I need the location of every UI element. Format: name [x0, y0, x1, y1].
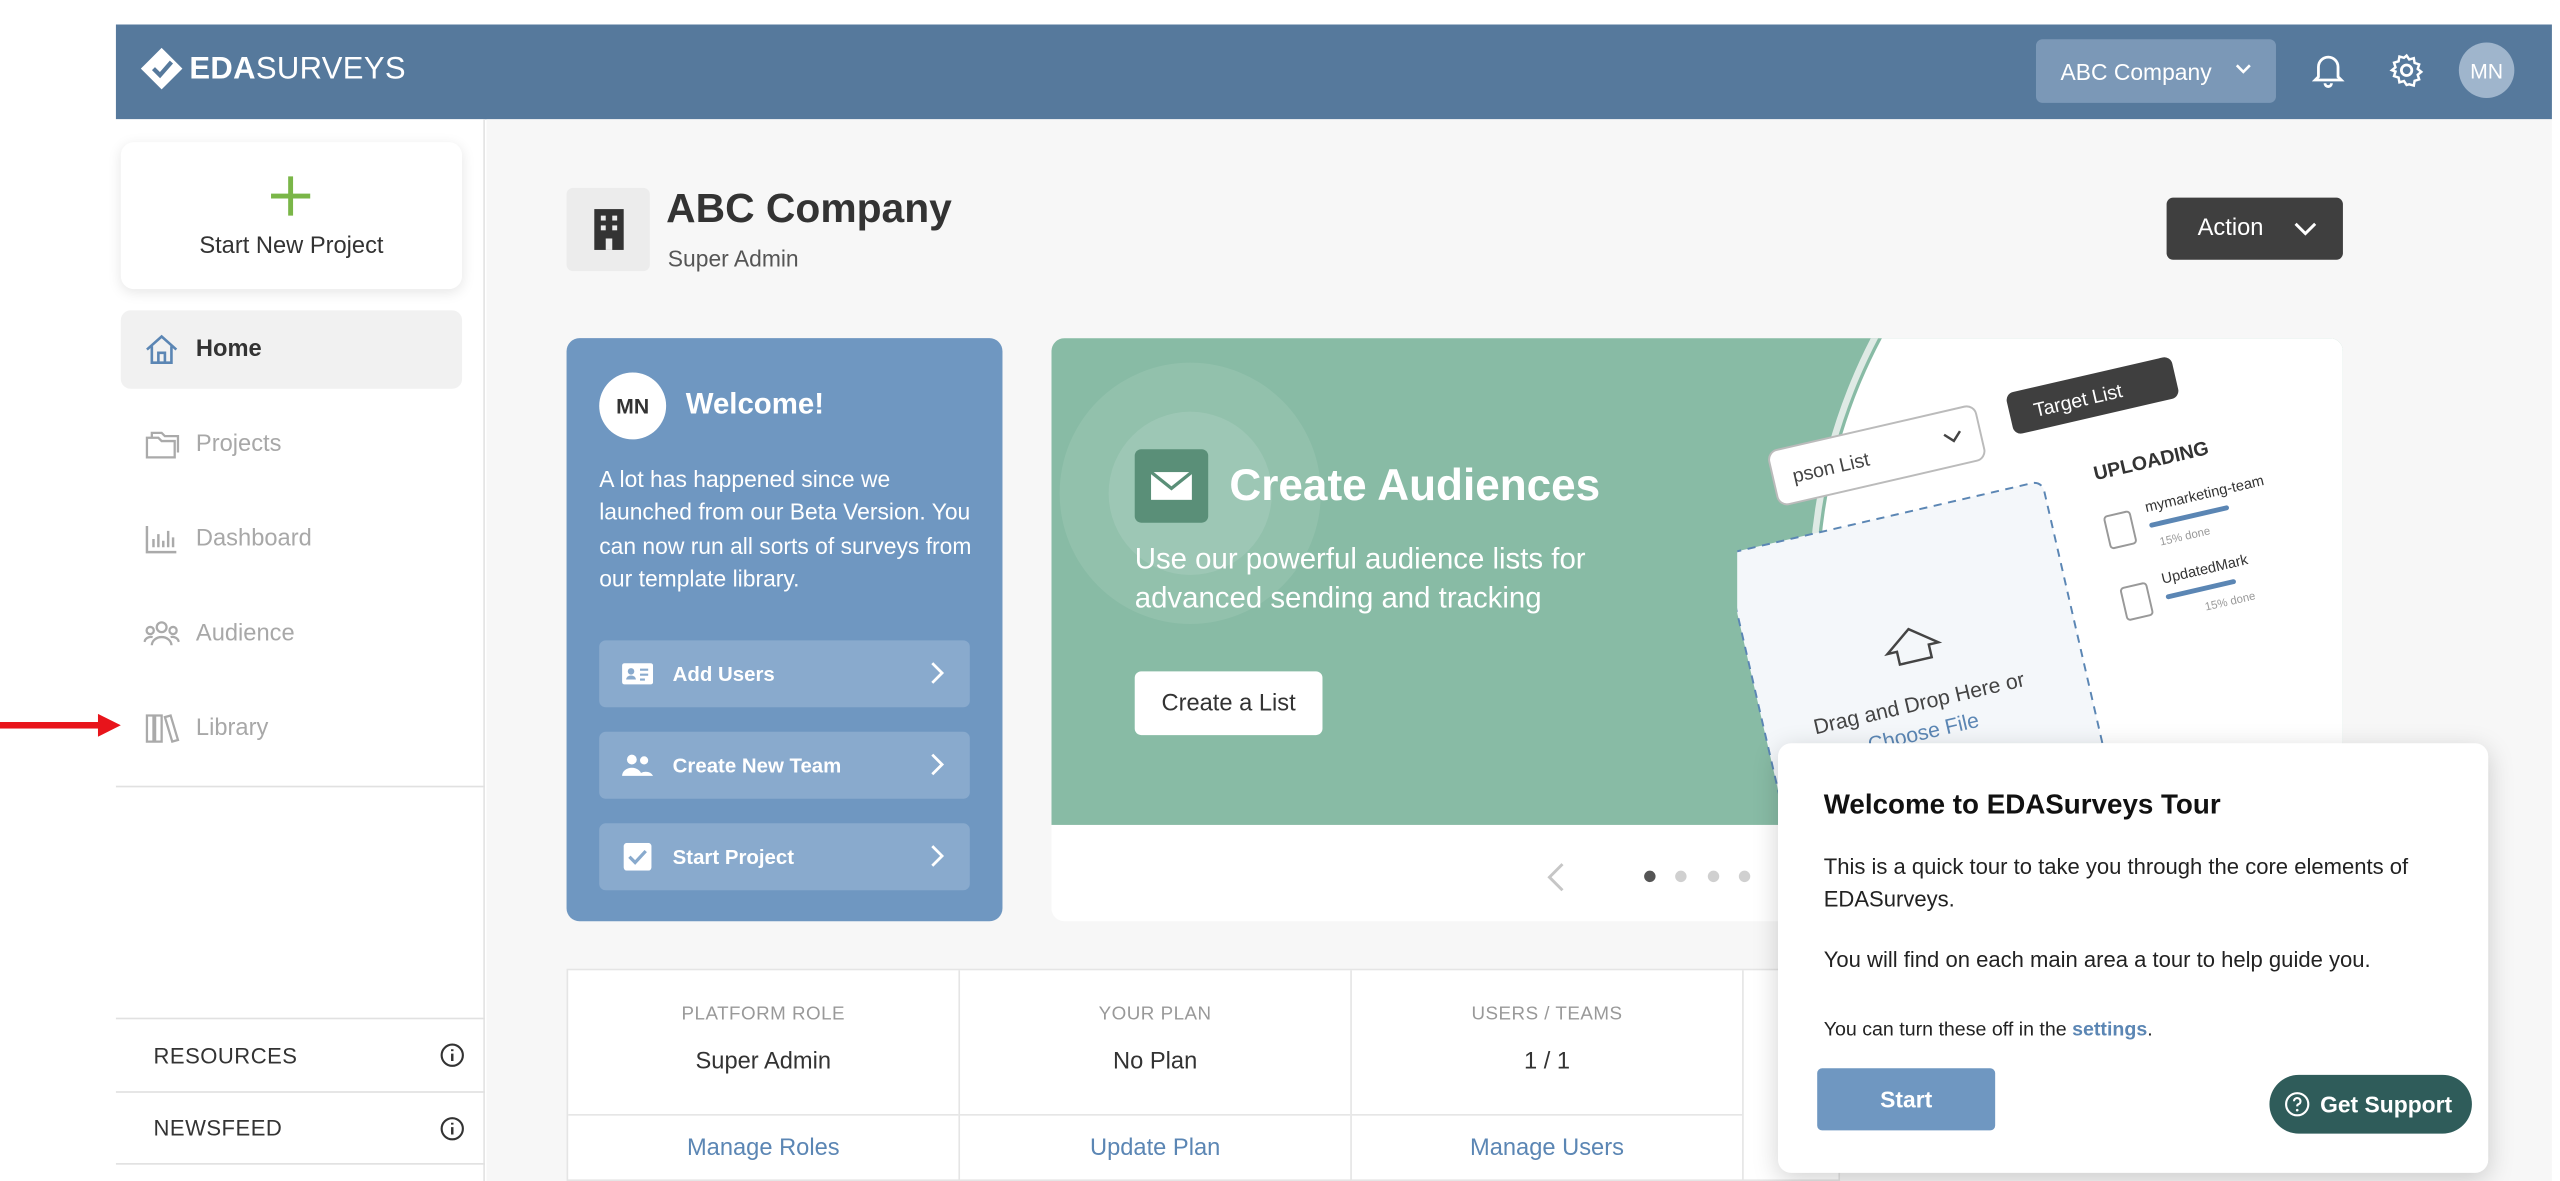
stat-platform-role: PLATFORM ROLE Super Admin Manage Roles	[568, 970, 961, 1181]
logo-icon	[140, 47, 183, 90]
tour-text-3-suffix: .	[2147, 1017, 2153, 1041]
gear-icon[interactable]	[2389, 52, 2425, 88]
sidebar-item-dashboard[interactable]: Dashboard	[121, 500, 462, 578]
carousel-dot[interactable]	[1675, 870, 1687, 883]
welcome-avatar: MN	[599, 372, 667, 440]
manage-users-link[interactable]: Manage Users	[1351, 1114, 1743, 1181]
tour-text-3-prefix: You can turn these off in the	[1823, 1017, 2073, 1041]
start-new-project-label: Start New Project	[199, 233, 384, 260]
sidebar-item-audience[interactable]: Audience	[121, 595, 462, 673]
sidebar-item-label: Dashboard	[195, 525, 312, 553]
stat-value: Super Admin	[695, 1048, 832, 1075]
home-icon	[146, 334, 178, 364]
chevron-right-icon	[931, 753, 945, 776]
sidebar-item-label: Projects	[195, 431, 282, 458]
update-plan-link[interactable]: Update Plan	[960, 1114, 1351, 1181]
create-new-team-label: Create New Team	[672, 753, 842, 777]
red-arrow-annotation	[0, 713, 121, 737]
envelope-icon	[1150, 470, 1193, 500]
start-project-button[interactable]: Start Project	[599, 823, 970, 891]
sidebar-footer-resources[interactable]: RESOURCES	[115, 1017, 485, 1092]
carousel-subtitle: Use our powerful audience lists for adva…	[1134, 542, 1586, 615]
tour-start-button[interactable]: Start	[1817, 1068, 1996, 1131]
checkbox-icon	[623, 842, 652, 871]
stat-label: USERS / TEAMS	[1471, 1004, 1623, 1025]
plus-icon	[271, 176, 311, 216]
brand-light: SURVEYS	[255, 52, 406, 87]
create-new-team-button[interactable]: Create New Team	[599, 731, 970, 799]
chevron-right-icon	[931, 845, 945, 867]
folders-icon	[145, 431, 180, 459]
get-support-button[interactable]: Get Support	[2269, 1074, 2472, 1134]
stat-value: 1 / 1	[1523, 1048, 1571, 1075]
help-icon	[2285, 1092, 2310, 1117]
info-icon[interactable]	[439, 1042, 465, 1068]
audience-icon-box	[1134, 449, 1209, 523]
stat-label: YOUR PLAN	[1098, 1004, 1212, 1025]
sidebar-item-projects[interactable]: Projects	[121, 405, 462, 483]
add-users-label: Add Users	[672, 662, 775, 686]
stat-your-plan: YOUR PLAN No Plan Update Plan	[960, 970, 1352, 1181]
chevron-right-icon	[931, 662, 945, 684]
sidebar-item-label: Audience	[195, 620, 295, 647]
company-select[interactable]: ABC Company	[2035, 39, 2276, 103]
get-support-label: Get Support	[2320, 1091, 2453, 1118]
stats-table: PLATFORM ROLE Super Admin Manage Roles Y…	[566, 968, 1841, 1181]
books-icon	[145, 714, 180, 744]
tour-text-1: This is a quick tour to take you through…	[1823, 854, 2409, 912]
resources-label: RESOURCES	[153, 1042, 298, 1068]
action-button[interactable]: Action	[2166, 197, 2343, 260]
building-icon	[594, 209, 624, 250]
carousel-title: Create Audiences	[1229, 460, 1601, 510]
chevron-down-icon	[2235, 64, 2251, 74]
sidebar-item-label: Home	[195, 336, 262, 363]
bar-chart-icon	[145, 525, 177, 554]
page-title: ABC Company	[666, 186, 952, 232]
tour-settings-link[interactable]: settings	[2072, 1018, 2147, 1041]
tour-text-3: You can turn these off in the settings.	[1824, 1018, 2453, 1041]
sidebar-divider	[115, 785, 485, 788]
stat-label: PLATFORM ROLE	[681, 1004, 846, 1025]
carousel-dot[interactable]	[1707, 870, 1720, 883]
tour-title: Welcome to EDASurveys Tour	[1823, 788, 2221, 821]
stat-value: No Plan	[1113, 1048, 1198, 1075]
chevron-left-icon[interactable]	[1545, 861, 1568, 894]
brand-bold: EDA	[189, 52, 256, 87]
sidebar-item-label: Library	[195, 715, 269, 742]
chevron-down-icon	[2294, 222, 2317, 236]
sidebar-item-home[interactable]: Home	[120, 310, 463, 389]
stat-users-teams: USERS / TEAMS 1 / 1 Manage Users	[1351, 970, 1744, 1181]
add-users-button[interactable]: Add Users	[599, 640, 970, 708]
carousel-dot-active[interactable]	[1644, 870, 1656, 883]
manage-roles-link[interactable]: Manage Roles	[568, 1114, 959, 1181]
create-list-button[interactable]: Create a List	[1134, 671, 1323, 736]
brand-logo[interactable]: EDASURVEYS	[189, 51, 405, 90]
sidebar-item-library[interactable]: Library	[121, 689, 462, 767]
bell-icon[interactable]	[2311, 52, 2345, 88]
action-label: Action	[2197, 215, 2264, 242]
tour-text-2: You will find on each main area a tour t…	[1823, 947, 2371, 972]
company-select-value: ABC Company	[2060, 57, 2212, 85]
sidebar-footer-newsfeed[interactable]: NEWSFEED	[115, 1091, 485, 1165]
people-icon	[143, 621, 180, 646]
carousel-dot[interactable]	[1738, 870, 1751, 883]
newsfeed-label: NEWSFEED	[153, 1115, 283, 1141]
start-project-label: Start Project	[672, 845, 795, 869]
id-card-icon	[622, 663, 654, 685]
page-subtitle: Super Admin	[667, 245, 799, 272]
user-avatar[interactable]: MN	[2458, 42, 2515, 99]
info-icon[interactable]	[439, 1116, 465, 1142]
team-icon	[622, 754, 654, 776]
welcome-body: A lot has happened since we launched fro…	[599, 465, 972, 592]
welcome-title: Welcome!	[685, 387, 825, 420]
